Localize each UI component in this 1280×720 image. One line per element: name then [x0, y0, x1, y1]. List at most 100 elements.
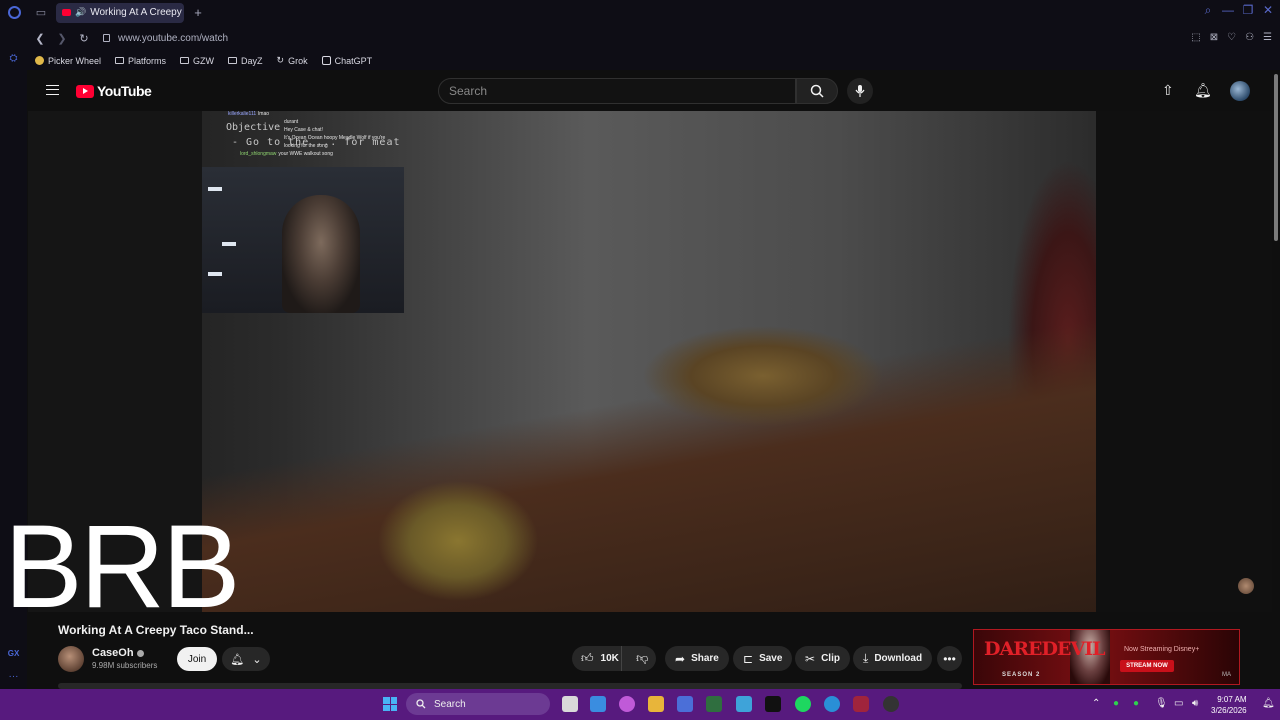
- channel-watermark[interactable]: [1238, 578, 1254, 594]
- account-avatar[interactable]: [1230, 81, 1250, 101]
- minimize-button[interactable]: —: [1222, 3, 1234, 18]
- calculator-app-icon[interactable]: [677, 696, 693, 712]
- capcut-app-icon[interactable]: [765, 696, 781, 712]
- notepad-app-icon[interactable]: [736, 696, 752, 712]
- forward-icon[interactable]: ❯: [53, 32, 71, 45]
- video-letterbox-right: [1096, 111, 1272, 612]
- chat-message: killerkalie111 lmao: [228, 111, 270, 117]
- network-icon[interactable]: ▭: [1174, 698, 1183, 709]
- share-button[interactable]: ➦ Share: [665, 646, 729, 671]
- video-title: Working At A Creepy Taco Stand...: [58, 623, 254, 637]
- copilot-app-icon[interactable]: [619, 696, 635, 712]
- like-dislike-group: 👍︎ 10K 👎︎: [572, 646, 656, 671]
- obs-app-icon[interactable]: [883, 696, 899, 712]
- tab-overview-icon[interactable]: ▭: [28, 0, 54, 25]
- streamer-webcam: [202, 167, 404, 313]
- youtube-play-icon: [76, 84, 94, 98]
- ad-streaming-text: Now Streaming Disney+: [1124, 646, 1200, 653]
- reload-icon[interactable]: ↻: [75, 32, 93, 45]
- share-icon: ➦: [675, 651, 686, 666]
- excel-app-icon[interactable]: [706, 696, 722, 712]
- ad-season: SEASON 2: [1002, 672, 1041, 678]
- photos-app-icon[interactable]: [590, 696, 606, 712]
- system-clock[interactable]: 9:07 AM 3/26/2026: [1211, 694, 1247, 716]
- tray-app-icon[interactable]: ●: [1113, 698, 1119, 709]
- page-scrollbar[interactable]: [1272, 71, 1280, 689]
- search-button[interactable]: [796, 78, 838, 104]
- opera-logo-icon[interactable]: [0, 0, 28, 25]
- join-button[interactable]: Join: [177, 647, 217, 671]
- sidebar-more-icon[interactable]: ···: [7, 671, 20, 684]
- close-button[interactable]: ✕: [1262, 3, 1274, 18]
- file-explorer-icon[interactable]: [648, 696, 664, 712]
- bookmark-picker-wheel[interactable]: Picker Wheel: [35, 56, 101, 66]
- start-button[interactable]: [383, 697, 397, 711]
- opera-gx-app-icon[interactable]: [853, 696, 869, 712]
- url-text: www.youtube.com/watch: [118, 32, 229, 44]
- clip-button[interactable]: ✂ Clip: [795, 646, 850, 671]
- bookmark-platforms[interactable]: Platforms: [115, 56, 166, 66]
- url-field[interactable]: www.youtube.com/watch: [103, 33, 228, 44]
- voice-search-button[interactable]: [847, 78, 873, 104]
- spotify-app-icon[interactable]: [795, 696, 811, 712]
- snapshot-icon[interactable]: ⬚: [1191, 32, 1200, 43]
- ad-stream-now-button[interactable]: STREAM NOW: [1120, 660, 1174, 672]
- streamer-figure: [282, 195, 360, 313]
- chevron-down-icon: ⌄: [252, 653, 262, 666]
- youtube-logo[interactable]: YouTube: [76, 83, 152, 99]
- back-icon[interactable]: ❮: [31, 32, 49, 45]
- task-view-icon[interactable]: [562, 696, 578, 712]
- grok-icon: ↻: [276, 55, 285, 65]
- download-button[interactable]: ⤓ Download: [853, 646, 933, 671]
- notifications-bell-icon[interactable]: 🔔︎: [1194, 82, 1212, 99]
- thumbs-up-icon: 👍︎: [581, 651, 594, 665]
- thumbs-down-icon: 👎︎: [636, 651, 649, 665]
- search-input[interactable]: Search: [438, 78, 796, 104]
- edge-app-icon[interactable]: [824, 696, 840, 712]
- bookmark-dayz[interactable]: DayZ: [228, 56, 263, 66]
- bookmark-grok[interactable]: ↻ Grok: [277, 55, 308, 66]
- adblock-icon[interactable]: ⊠: [1210, 32, 1218, 43]
- bookmark-chatgpt[interactable]: ChatGPT: [321, 56, 372, 66]
- verified-icon: [136, 649, 144, 657]
- more-horizontal-icon: •••: [943, 651, 956, 666]
- taskbar-search[interactable]: Search: [406, 693, 550, 715]
- guide-menu-icon[interactable]: [46, 85, 59, 95]
- heart-icon[interactable]: ♡: [1227, 32, 1236, 43]
- subscription-bell-button[interactable]: 🔔︎ ⌄: [222, 647, 270, 671]
- bookmark-gzw[interactable]: GZW: [180, 56, 214, 66]
- notifications-icon[interactable]: 🔔︎: [1262, 698, 1275, 709]
- clock-date: 3/26/2026: [1211, 706, 1247, 715]
- profile-icon[interactable]: ⚇: [1245, 32, 1254, 43]
- upload-icon[interactable]: ⇧: [1162, 82, 1174, 99]
- tray-overflow-icon[interactable]: ⌃: [1092, 698, 1100, 709]
- menu-icon[interactable]: ☰: [1263, 32, 1272, 43]
- lock-icon: [103, 34, 110, 42]
- volume-icon[interactable]: 🔊︎: [1192, 698, 1198, 709]
- restore-button[interactable]: ❐: [1242, 3, 1254, 18]
- sidebar-speed-dial-icon[interactable]: ⛭: [7, 53, 20, 66]
- cam-light: [222, 242, 236, 246]
- tray-app-icon[interactable]: ●: [1133, 698, 1139, 709]
- bell-icon: 🔔︎: [230, 653, 245, 666]
- channel-name[interactable]: CaseOh: [92, 647, 144, 659]
- search-tabs-icon[interactable]: ⌕: [1202, 3, 1214, 18]
- speaker-icon[interactable]: 🔊: [75, 7, 86, 18]
- tab-title: Working At A Creepy T: [90, 7, 184, 18]
- windows-taskbar: Search ⌃ ● ● 🎙︎ ▭ 🔊︎ 9:07 AM 3/26/2026 🔔…: [0, 689, 1280, 720]
- youtube-favicon-icon: [62, 9, 71, 16]
- subscriber-count: 9.98M subscribers: [92, 661, 158, 670]
- save-button[interactable]: ⊏ Save: [733, 646, 793, 671]
- new-tab-button[interactable]: +: [188, 3, 208, 23]
- gx-icon[interactable]: GX: [7, 649, 20, 662]
- channel-avatar[interactable]: [58, 646, 84, 672]
- picker-wheel-icon: [35, 56, 44, 65]
- browser-tab-active[interactable]: 🔊 Working At A Creepy T: [56, 2, 184, 23]
- sidebar-ad[interactable]: DAREDEVIL SEASON 2 Now Streaming Disney+…: [973, 629, 1240, 685]
- game-objective-text: - Go to the ... for meat: [232, 137, 401, 148]
- more-actions-button[interactable]: •••: [937, 646, 962, 671]
- like-button[interactable]: 👍︎ 10K: [572, 646, 623, 671]
- scrollbar-thumb[interactable]: [1274, 74, 1278, 241]
- dislike-button[interactable]: 👎︎: [628, 651, 656, 666]
- microphone-tray-icon[interactable]: 🎙︎: [1155, 698, 1168, 709]
